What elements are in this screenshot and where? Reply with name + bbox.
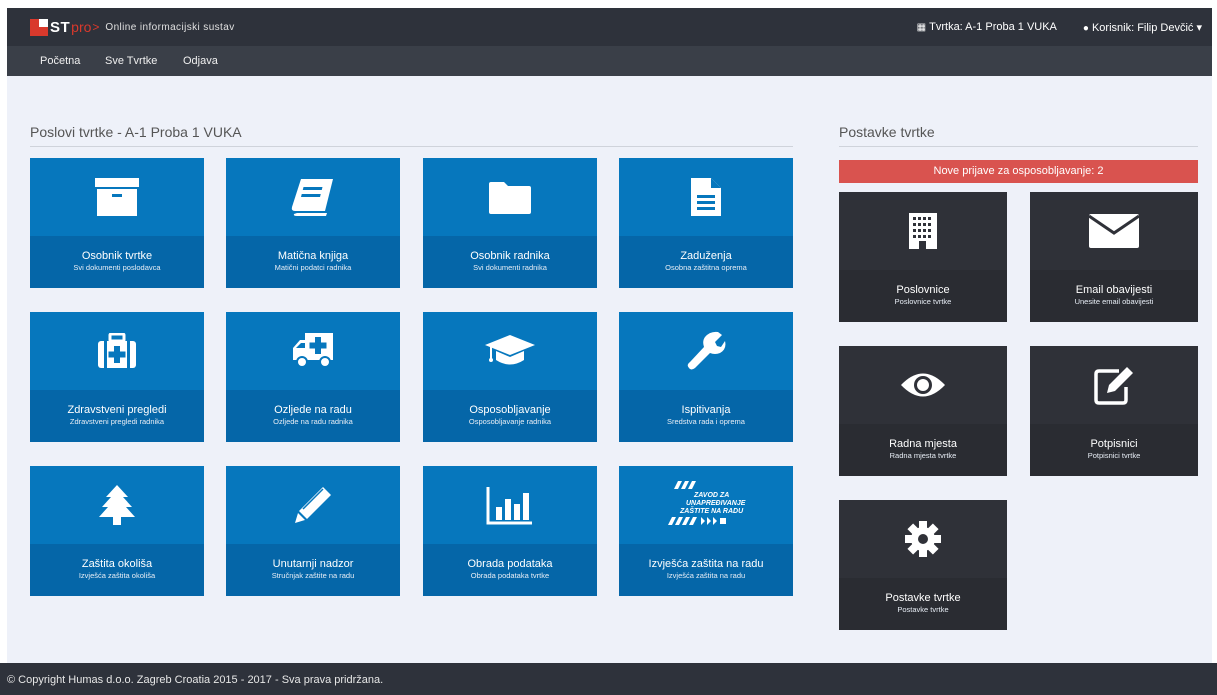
logo-flag-icon [30, 18, 48, 36]
tile-postavke-tvrtke[interactable]: Postavke tvrtke Postavke tvrtke [839, 500, 1007, 630]
tile-subtitle: Unesite email obavijesti [1074, 297, 1154, 306]
tile-title: Ozljede na radu [274, 404, 352, 416]
nav-item-pocetna[interactable]: Početna [40, 55, 80, 67]
tree-icon [30, 466, 204, 544]
building-small-icon: ▦ [916, 22, 927, 33]
side-title: Postavke tvrtke [839, 124, 935, 140]
tile-title: Zaduženja [680, 250, 732, 262]
top-bar: ST pro > Online informacijski sustav ▦ Tv… [7, 8, 1212, 46]
tile-osobnik-tvrtke[interactable]: Osobnik tvrtke Svi dokumenti poslodavca [30, 158, 204, 288]
archive-icon [30, 158, 204, 236]
nav-item-odjava[interactable]: Odjava [183, 55, 218, 67]
document-icon [619, 158, 793, 236]
logo-pro: pro [71, 19, 92, 35]
tile-ozljede-na-radu[interactable]: Ozljede na radu Ozljede na radu radnika [226, 312, 400, 442]
tile-subtitle: Osobna zaštitna oprema [665, 263, 747, 272]
tile-subtitle: Svi dokumenti radnika [473, 263, 547, 272]
medkit-icon [30, 312, 204, 390]
nav-item-sve-tvrtke[interactable]: Sve Tvrtke [105, 55, 157, 67]
tile-subtitle: Obrada podataka tvrtke [470, 571, 550, 580]
tile-title: Postavke tvrtke [885, 592, 961, 604]
tile-subtitle: Svi dokumenti poslodavca [73, 263, 161, 272]
tile-title: Zdravstveni pregledi [67, 404, 167, 416]
tile-title: Poslovnice [896, 284, 950, 296]
tile-subtitle: Osposobljavanje radnika [468, 417, 552, 426]
building-icon [839, 192, 1007, 270]
tile-title: Obrada podataka [467, 558, 553, 570]
wrench-icon [619, 312, 793, 390]
graduation-cap-icon [423, 312, 597, 390]
tile-title: Radna mjesta [889, 438, 957, 450]
zavod-line-1: ZAVOD ZA [693, 492, 729, 499]
company-link[interactable]: ▦ Tvrtka: A-1 Proba 1 VUKA [917, 21, 1057, 34]
tile-ispitivanja[interactable]: Ispitivanja Sredstva rada i oprema [619, 312, 793, 442]
envelope-icon [1030, 192, 1198, 270]
logo-st: ST [50, 18, 71, 36]
user-label: Korisnik: Filip Devčić ▾ [1091, 22, 1202, 34]
tile-title: Unutarnji nadzor [272, 558, 354, 570]
tile-zastita-okolisa[interactable]: Zaštita okoliša Izvješća zaštita okoliša [30, 466, 204, 596]
tile-title: Potpisnici [1090, 438, 1138, 450]
folder-icon [423, 158, 597, 236]
pencil-icon [226, 466, 400, 544]
tile-title: Ispitivanja [681, 404, 731, 416]
tile-izvjesca-zastita-na-radu[interactable]: ZAVOD ZA UNAPREĐIVANJE ZAŠTITE NA RADU I… [619, 466, 793, 596]
page-title: Poslovi tvrtke - A-1 Proba 1 VUKA [30, 124, 242, 140]
user-menu[interactable]: ● Korisnik: Filip Devčić ▾ [1083, 21, 1202, 34]
zavod-line-2: UNAPREĐIVANJE [686, 500, 746, 507]
tile-subtitle: Matični podatci radnika [274, 263, 352, 272]
new-applications-alert[interactable]: Nove prijave za osposobljavanje: 2 [839, 160, 1198, 183]
tile-subtitle: Izvješća zaštita na radu [666, 571, 746, 580]
zavod-logo-icon: ZAVOD ZA UNAPREĐIVANJE ZAŠTITE NA RADU [619, 466, 793, 544]
tile-subtitle: Poslovnice tvrtke [894, 297, 952, 306]
tile-title: Osposobljavanje [469, 404, 551, 416]
tile-subtitle: Stručnjak zaštite na radu [271, 571, 355, 580]
footer: © Copyright Humas d.o.o. Zagreb Croatia … [0, 663, 1217, 695]
tile-unutarnji-nadzor[interactable]: Unutarnji nadzor Stručnjak zaštite na rad… [226, 466, 400, 596]
book-icon [226, 158, 400, 236]
user-icon: ● [1082, 23, 1089, 34]
tile-zaduzenja[interactable]: Zaduženja Osobna zaštitna oprema [619, 158, 793, 288]
company-label: Tvrtka: A-1 Proba 1 VUKA [929, 21, 1057, 33]
ambulance-icon [226, 312, 400, 390]
tile-subtitle: Potpisnici tvrtke [1087, 451, 1141, 460]
copyright-text: © Copyright Humas d.o.o. Zagreb Croatia … [7, 674, 384, 686]
tile-zdravstveni-pregledi[interactable]: Zdravstveni pregledi Zdravstveni pregledi… [30, 312, 204, 442]
tile-osposobljavanje[interactable]: Osposobljavanje Osposobljavanje radnika [423, 312, 597, 442]
tile-title: Zaštita okoliša [81, 558, 153, 570]
tile-radna-mjesta[interactable]: Radna mjesta Radna mjesta tvrtke [839, 346, 1007, 476]
bar-chart-icon [423, 466, 597, 544]
tile-subtitle: Izvješća zaštita okoliša [78, 571, 156, 580]
edit-icon [1030, 346, 1198, 424]
eye-icon [839, 346, 1007, 424]
tile-title: Izvješća zaštita na radu [648, 558, 764, 570]
nav-bar: Početna Sve Tvrtke Odjava [7, 46, 1212, 76]
side-divider [839, 146, 1198, 147]
app-tagline: Online informacijski sustav [105, 21, 235, 33]
tile-poslovnice[interactable]: Poslovnice Poslovnice tvrtke [839, 192, 1007, 322]
tile-osobnik-radnika[interactable]: Osobnik radnika Svi dokumenti radnika [423, 158, 597, 288]
tile-subtitle: Sredstva rada i oprema [667, 417, 745, 426]
tile-title: Osobnik radnika [470, 250, 550, 262]
tile-subtitle: Radna mjesta tvrtke [889, 451, 957, 460]
title-divider [30, 146, 793, 147]
zavod-line-3: ZAŠTITE NA RADU [679, 506, 744, 515]
tile-subtitle: Zdravstveni pregledi radnika [69, 417, 165, 426]
tile-subtitle: Postavke tvrtke [897, 605, 949, 614]
tile-title: Email obavijesti [1075, 284, 1153, 296]
tile-title: Osobnik tvrtke [81, 250, 153, 262]
tile-title: Matična knjiga [277, 250, 349, 262]
tile-maticna-knjiga[interactable]: Matična knjiga Matični podatci radnika [226, 158, 400, 288]
app-logo[interactable]: ST pro > Online informacijski sustav [30, 18, 235, 36]
tile-potpisnici[interactable]: Potpisnici Potpisnici tvrtke [1030, 346, 1198, 476]
tile-subtitle: Ozljede na radu radnika [273, 417, 353, 426]
tile-email-obavijesti[interactable]: Email obavijesti Unesite email obavijesti [1030, 192, 1198, 322]
logo-arrow: > [92, 20, 100, 34]
gear-icon [839, 500, 1007, 578]
tile-obrada-podataka[interactable]: Obrada podataka Obrada podataka tvrtke [423, 466, 597, 596]
